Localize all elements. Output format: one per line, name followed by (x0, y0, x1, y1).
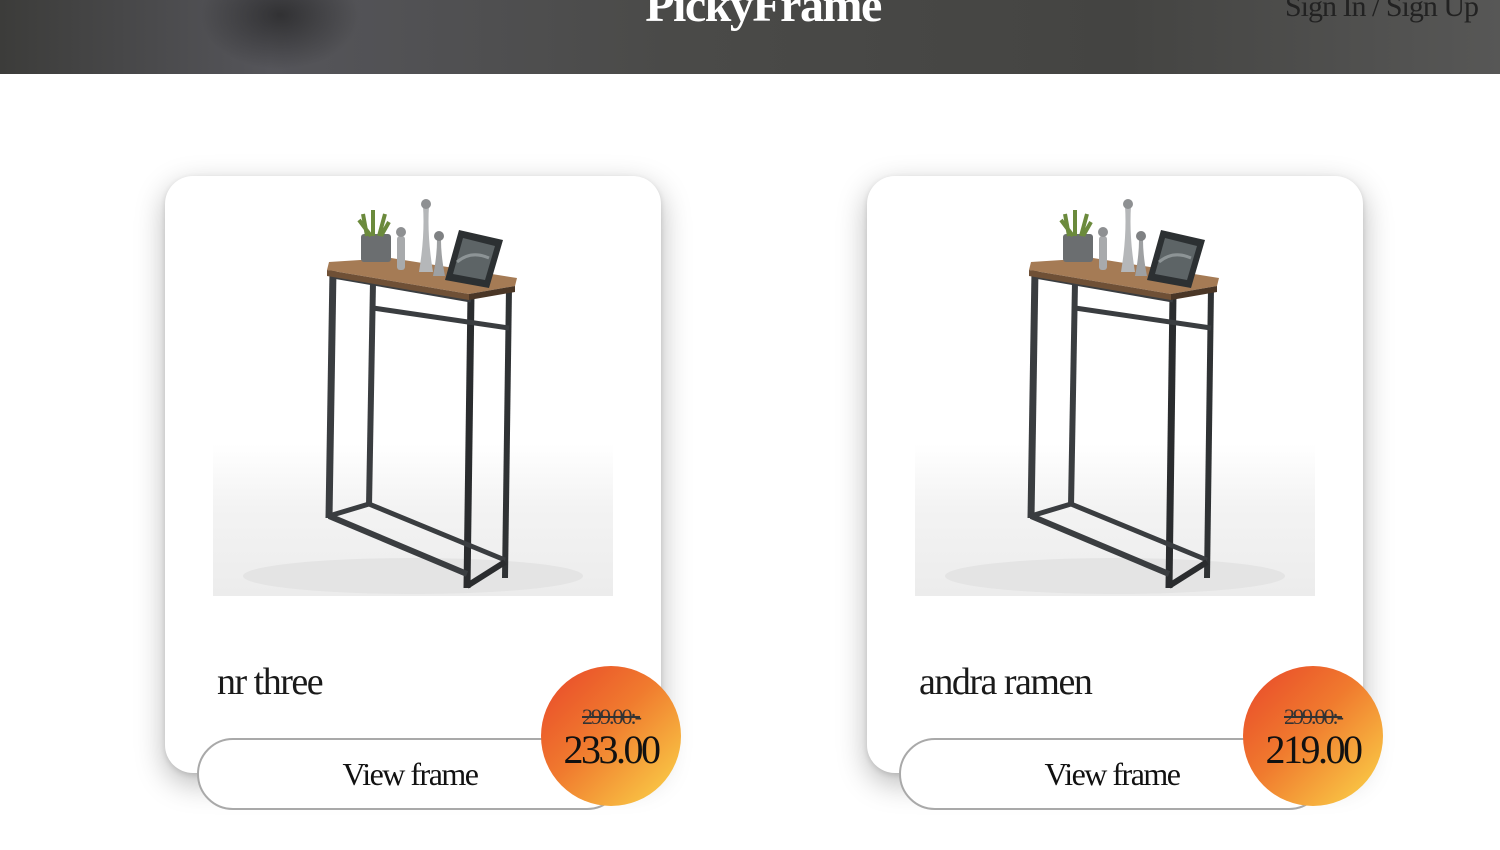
product-card: nr three View frame 299.00:- 233.00 (165, 176, 681, 810)
sale-price: 233.00 (563, 726, 662, 772)
product-image[interactable] (915, 196, 1315, 596)
auth-links: Sign In / Sign Up (1285, 0, 1479, 24)
sign-up-link[interactable]: Sign Up (1386, 0, 1479, 23)
product-title: nr three (217, 661, 324, 703)
price-badge: 299.00:- 233.00 (541, 666, 681, 806)
product-card: andra ramen View frame 299.00:- 219.00 (867, 176, 1383, 810)
auth-separator: / (1365, 0, 1386, 23)
product-title: andra ramen (919, 661, 1093, 703)
sale-price: 219.00 (1265, 726, 1364, 772)
console-table-illustration (243, 199, 583, 594)
top-header: PickyFrame Sign In / Sign Up (0, 0, 1500, 74)
product-image[interactable] (213, 196, 613, 596)
console-table-illustration (945, 199, 1285, 594)
sign-in-link[interactable]: Sign In (1285, 0, 1367, 23)
price-badge: 299.00:- 219.00 (1243, 666, 1383, 806)
site-logo[interactable]: PickyFrame (0, 0, 1500, 33)
